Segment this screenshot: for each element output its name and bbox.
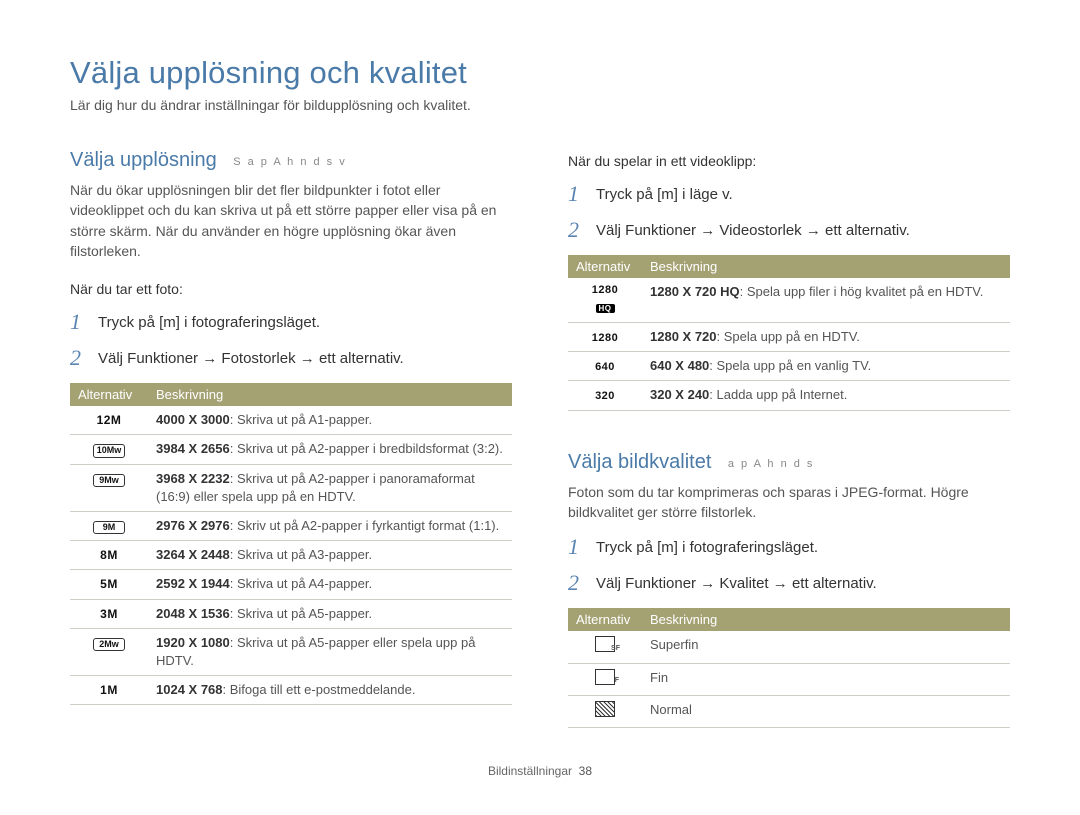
size-icon: 2Mw	[93, 638, 125, 651]
quality-step-1: 1 Tryck på [m] i fotograferingsläget.	[568, 536, 1010, 558]
quality-step-2-text: Välj Funktioner → Kvalitet → ett alterna…	[596, 572, 877, 594]
videosize-icon: 1280	[592, 332, 618, 344]
quality-icon-superfine	[595, 636, 615, 652]
quality-step-1-text: Tryck på [m] i fotograferingsläget.	[596, 536, 818, 558]
mode-indicators-quality: a p A h n d s	[728, 458, 815, 470]
size-icon: 9Mw	[93, 474, 125, 487]
photo-step-1: 1 Tryck på [m] i fotograferingsläget.	[70, 311, 512, 333]
table-row: 3M2048 X 1536: Skriva ut på A5-papper.	[70, 599, 512, 628]
quality-table: Alternativ Beskrivning Superfin Fin Norm…	[568, 608, 1010, 728]
video-size-table: Alternativ Beskrivning 1280HQ1280 X 720 …	[568, 255, 1010, 411]
section-heading-resolution: Välja upplösning	[70, 149, 217, 172]
table-row: 320320 X 240: Ladda upp på Internet.	[568, 381, 1010, 410]
left-column: Välja upplösning S a p A h n d s v När d…	[70, 149, 512, 728]
quality-step-2: 2 Välj Funktioner → Kvalitet → ett alter…	[568, 572, 1010, 594]
quality-body: Foton som du tar komprimeras och sparas …	[568, 482, 1010, 523]
resolution-body: När du ökar upplösningen blir det fler b…	[70, 180, 512, 261]
video-step-2: 2 Välj Funktioner → Videostorlek → ett a…	[568, 219, 1010, 241]
table-row: 9M2976 X 2976: Skriv ut på A2-papper i f…	[70, 511, 512, 540]
video-step-1: 1 Tryck på [m] i läge v.	[568, 183, 1010, 205]
photo-step-2: 2 Välj Funktioner → Fotostorlek → ett al…	[70, 347, 512, 369]
table-row: Superfin	[568, 631, 1010, 663]
col-alternativ: Alternativ	[568, 608, 642, 631]
footer-page-number: 38	[579, 764, 592, 778]
table-row: 8M3264 X 2448: Skriva ut på A3-papper.	[70, 541, 512, 570]
section-heading-quality: Välja bildkvalitet	[568, 451, 711, 474]
photo-step-2-text: Välj Funktioner → Fotostorlek → ett alte…	[98, 347, 404, 369]
videosize-icon: 320	[595, 390, 615, 402]
size-icon: 3M	[100, 607, 118, 621]
table-row: 10Mw3984 X 2656: Skriva ut på A2-papper …	[70, 435, 512, 464]
videosize-icon: 1280	[576, 283, 634, 298]
hq-badge-icon: HQ	[596, 304, 615, 313]
videosize-icon: 640	[595, 361, 615, 373]
size-icon: 8M	[100, 548, 118, 562]
video-step-2-text: Välj Funktioner → Videostorlek → ett alt…	[596, 219, 910, 241]
size-icon: 10Mw	[93, 444, 126, 457]
col-alternativ: Alternativ	[568, 255, 642, 278]
table-row: 12801280 X 720: Spela upp på en HDTV.	[568, 322, 1010, 351]
mode-indicators-resolution: S a p A h n d s v	[233, 156, 347, 168]
right-column: När du spelar in ett videoklipp: 1 Tryck…	[568, 149, 1010, 728]
quality-icon-normal	[595, 701, 615, 717]
intro-text: Lär dig hur du ändrar inställningar för …	[70, 97, 1010, 113]
size-icon: 5M	[100, 577, 118, 591]
when-video-label: När du spelar in ett videoklipp:	[568, 153, 1010, 169]
photo-step-1-text: Tryck på [m] i fotograferingsläget.	[98, 311, 320, 333]
table-row: 12M4000 X 3000: Skriva ut på A1-papper.	[70, 406, 512, 435]
col-beskrivning: Beskrivning	[148, 383, 512, 406]
table-row: 640640 X 480: Spela upp på en vanlig TV.	[568, 351, 1010, 380]
col-beskrivning: Beskrivning	[642, 255, 1010, 278]
quality-icon-fine	[595, 669, 615, 685]
table-row: 5M2592 X 1944: Skriva ut på A4-papper.	[70, 570, 512, 599]
table-row: Normal	[568, 695, 1010, 727]
video-step-1-text: Tryck på [m] i läge v.	[596, 183, 733, 205]
size-icon: 9M	[93, 521, 125, 534]
table-row: 2Mw1920 X 1080: Skriva ut på A5-papper e…	[70, 628, 512, 675]
col-beskrivning: Beskrivning	[642, 608, 1010, 631]
table-row: Fin	[568, 663, 1010, 695]
table-row: 1M1024 X 768: Bifoga till ett e-postmedd…	[70, 676, 512, 705]
footer-section: Bildinställningar	[488, 764, 572, 778]
photo-size-table: Alternativ Beskrivning 12M4000 X 3000: S…	[70, 383, 512, 705]
page-title: Välja upplösning och kvalitet	[70, 55, 1010, 91]
page-footer: Bildinställningar 38	[0, 764, 1080, 778]
table-row: 9Mw3968 X 2232: Skriva ut på A2-papper i…	[70, 464, 512, 511]
col-alternativ: Alternativ	[70, 383, 148, 406]
size-icon: 1M	[100, 683, 118, 697]
when-photo-label: När du tar ett foto:	[70, 281, 512, 297]
table-row: 1280HQ1280 X 720 HQ: Spela upp filer i h…	[568, 278, 1010, 322]
size-icon: 12M	[97, 413, 122, 427]
